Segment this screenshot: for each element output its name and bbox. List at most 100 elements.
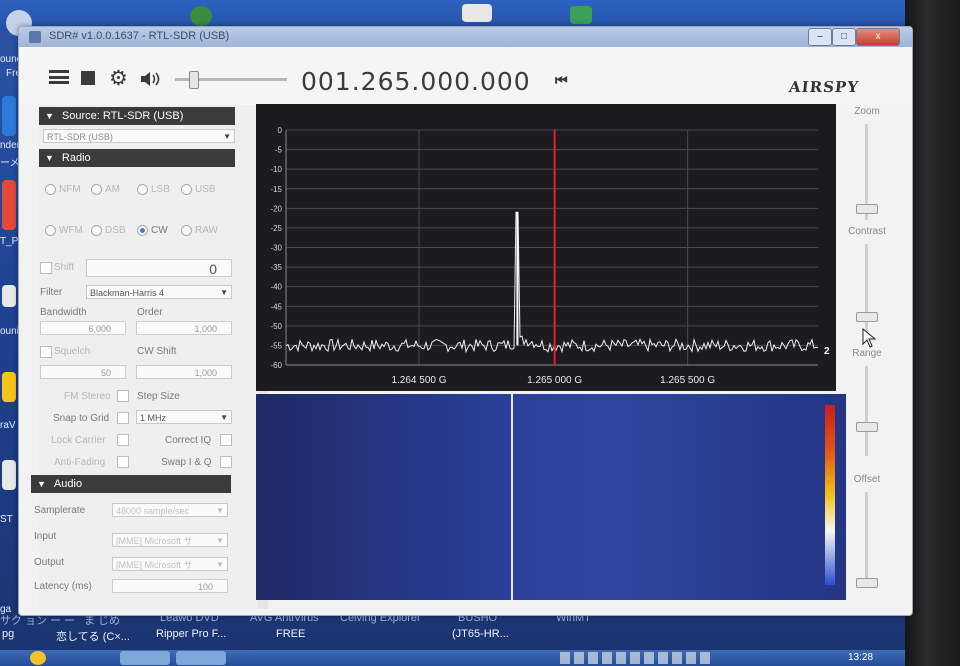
correctiq-checkbox[interactable]	[220, 434, 232, 446]
frequency-display[interactable]: 001.265.000.000	[301, 67, 531, 96]
bandwidth-input[interactable]: 6,000	[40, 321, 126, 335]
airspy-logo: AIRSPY	[788, 78, 860, 96]
order-input[interactable]: 1,000	[136, 321, 232, 335]
input-value: [MME] Microsoft サ	[116, 536, 193, 546]
y-tick-label: 0	[278, 126, 283, 135]
antifading-label: Anti-Fading	[54, 457, 106, 468]
mode-label: AM	[105, 184, 120, 195]
settings-panel: ▼ Source: RTL-SDR (USB) RTL-SDR (USB) ▼ ▼ R…	[31, 105, 257, 610]
desktop-app-icon[interactable]	[2, 285, 16, 307]
source-section-header[interactable]: ▼ Source: RTL-SDR (USB)	[39, 107, 235, 125]
desktop-app-icon[interactable]	[462, 4, 492, 22]
clock[interactable]: 13:28	[848, 652, 873, 663]
zoom-slider-thumb[interactable]	[856, 204, 878, 214]
filter-select[interactable]: Blackman-Harris 4 ▼	[86, 285, 232, 299]
desktop-app-icon[interactable]	[190, 6, 212, 26]
stepsize-select[interactable]: 1 MHz ▼	[136, 410, 232, 424]
volume-slider-thumb[interactable]	[189, 71, 199, 89]
stop-icon[interactable]	[81, 71, 95, 85]
latency-input[interactable]: 100	[112, 579, 228, 593]
cwshift-value: 1,000	[194, 368, 217, 378]
latency-label: Latency (ms)	[34, 581, 92, 592]
taskbar-button[interactable]	[120, 651, 170, 665]
swapiq-label: Swap I & Q	[161, 457, 212, 468]
spectrum-plot[interactable]: 0 -5 -10 -15 -20 -25 -30 -35 -40 -45 -50 -55 -60 1.26…	[256, 104, 836, 391]
desktop-icon-label: ST	[0, 514, 13, 525]
close-button[interactable]: x	[856, 28, 900, 46]
correctiq-label: Correct IQ	[165, 435, 212, 446]
offset-track[interactable]	[865, 492, 868, 582]
radio-section-header[interactable]: ▼ Radio	[39, 149, 235, 167]
radio-usb[interactable]	[181, 184, 192, 195]
x-tick-label: 1.265 500 G	[660, 375, 715, 386]
source-select-value: RTL-SDR (USB)	[47, 132, 113, 142]
output-label: Output	[34, 557, 65, 568]
desktop-icon-label: raV	[0, 420, 16, 431]
radio-raw[interactable]	[181, 225, 192, 236]
squelch-checkbox[interactable]	[40, 346, 52, 358]
samplerate-select[interactable]: 48000 sample/sec ▼	[112, 503, 228, 517]
waterfall-display[interactable]	[256, 394, 846, 600]
collapse-icon: ▼	[45, 153, 54, 163]
range-track[interactable]	[865, 366, 868, 456]
y-tick-label: -60	[270, 361, 282, 370]
audio-section-header[interactable]: ▼ Audio	[31, 475, 231, 493]
cwshift-input[interactable]: 1,000	[136, 365, 232, 379]
fmstereo-checkbox[interactable]	[117, 390, 129, 402]
mode-label: DSB	[105, 225, 126, 236]
desktop-label: FREE	[276, 628, 306, 640]
desktop-app-icon[interactable]	[2, 372, 16, 402]
y-tick-label: -50	[270, 322, 282, 331]
contrast-label: Contrast	[848, 226, 886, 237]
taskbar: 13:28	[0, 650, 905, 666]
filter-select-value: Blackman-Harris 4	[90, 288, 165, 298]
input-label: Input	[34, 531, 57, 542]
radio-nfm[interactable]	[45, 184, 56, 195]
desktop-app-icon[interactable]	[2, 460, 16, 490]
shift-checkbox[interactable]	[40, 262, 52, 274]
radio-dsb[interactable]	[91, 225, 102, 236]
output-select[interactable]: [MME] Microsoft サ ▼	[112, 557, 228, 571]
squelch-input[interactable]: 50	[40, 365, 126, 379]
window-title: SDR# v1.0.0.1637 - RTL-SDR (USB)	[49, 30, 230, 42]
desktop-app-icon[interactable]	[570, 6, 592, 24]
tune-center-icon[interactable]: ⏮	[555, 72, 568, 89]
contrast-slider-thumb[interactable]	[856, 312, 878, 322]
y-tick-label: -35	[270, 263, 282, 272]
taskbar-button[interactable]	[176, 651, 226, 665]
desktop-app-icon[interactable]	[2, 96, 16, 136]
filter-label: Filter	[40, 287, 63, 298]
maximize-button[interactable]: □	[832, 28, 856, 46]
lockcarrier-checkbox[interactable]	[117, 434, 129, 446]
spectrum-analyzer[interactable]: 0 -5 -10 -15 -20 -25 -30 -35 -40 -45 -50 -55 -60 1.26…	[256, 104, 836, 391]
input-select[interactable]: [MME] Microsoft サ ▼	[112, 533, 228, 547]
samplerate-value: 48000 sample/sec	[116, 506, 190, 516]
snap-checkbox[interactable]	[117, 412, 129, 424]
speaker-icon[interactable]	[140, 71, 162, 87]
radio-cw[interactable]	[137, 225, 148, 236]
title-bar[interactable]: SDR# v1.0.0.1637 - RTL-SDR (USB) – □ x	[19, 27, 912, 47]
chevron-down-icon: ▼	[220, 413, 228, 422]
menu-icon[interactable]	[49, 70, 69, 84]
radio-lsb[interactable]	[137, 184, 148, 195]
radio-am[interactable]	[91, 184, 102, 195]
volume-slider[interactable]	[175, 71, 287, 89]
desktop-app-icon[interactable]	[2, 180, 16, 230]
offset-slider-thumb[interactable]	[856, 578, 878, 588]
gear-icon[interactable]: ⚙	[109, 66, 128, 91]
swapiq-checkbox[interactable]	[220, 456, 232, 468]
desktop-label: (JT65-HR...	[452, 628, 509, 640]
section-title: Audio	[53, 478, 83, 490]
start-orb-icon[interactable]	[30, 651, 46, 665]
minimize-button[interactable]: –	[808, 28, 832, 46]
lockcarrier-label: Lock Carrier	[51, 435, 106, 446]
source-select[interactable]: RTL-SDR (USB) ▼	[43, 129, 235, 143]
radio-wfm[interactable]	[45, 225, 56, 236]
shift-input[interactable]: 0	[86, 259, 232, 277]
desktop-icon-label: ouni	[0, 326, 19, 337]
tray-icons[interactable]	[560, 652, 710, 664]
range-slider-thumb[interactable]	[856, 422, 878, 432]
desktop-label: 恋してる (C×...	[56, 631, 130, 643]
antifading-checkbox[interactable]	[117, 456, 129, 468]
waterfall-color-bar	[825, 405, 835, 585]
